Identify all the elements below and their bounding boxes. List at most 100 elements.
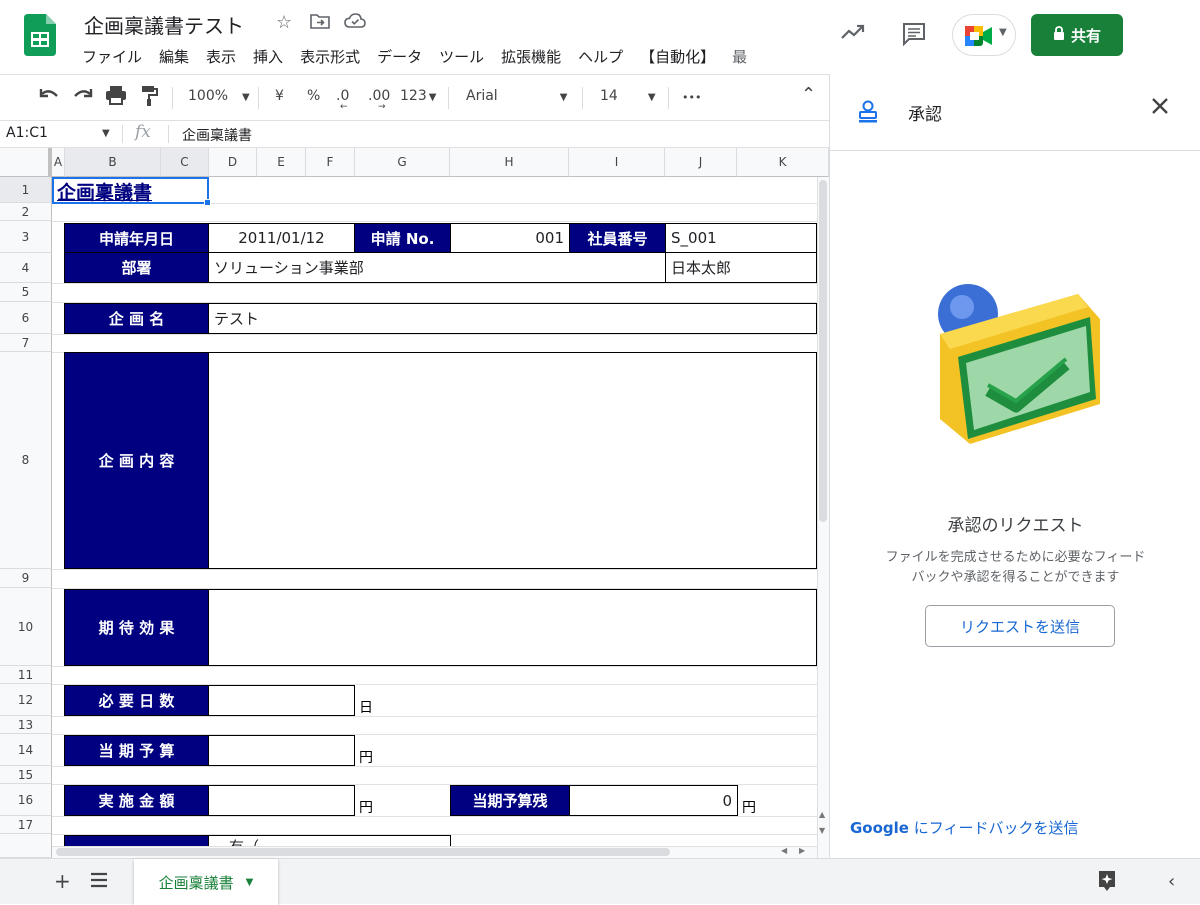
column-header-b[interactable]: B	[65, 148, 161, 177]
explore-icon[interactable]	[1096, 870, 1118, 896]
column-header-j[interactable]: J	[665, 148, 737, 177]
employee-no-label-cell[interactable]: 社員番号	[569, 223, 666, 253]
star-icon[interactable]: ☆	[276, 12, 292, 33]
days-cell[interactable]	[208, 685, 355, 716]
apply-no-label-cell[interactable]: 申請 No.	[354, 223, 451, 253]
column-header-g[interactable]: G	[355, 148, 450, 177]
row-header-4[interactable]: 4	[0, 253, 52, 283]
menu-help[interactable]: ヘルプ	[578, 46, 632, 67]
all-sheets-icon[interactable]	[90, 872, 108, 892]
menu-edit[interactable]: 編集	[159, 46, 198, 67]
more-options-button[interactable]: •••	[682, 91, 701, 104]
menu-insert[interactable]: 挿入	[253, 46, 292, 67]
row-header-7[interactable]: 7	[0, 334, 52, 352]
plan-content-label-cell[interactable]: 企 画 内 容	[64, 352, 209, 569]
row-header-8[interactable]: 8	[0, 352, 52, 569]
row-header-2[interactable]: 2	[0, 203, 52, 221]
apply-date-cell[interactable]: 2011/01/12	[208, 223, 355, 253]
trending-icon[interactable]	[840, 22, 866, 46]
scroll-left-icon[interactable]: ◀	[781, 846, 787, 855]
row-header-17[interactable]: 17	[0, 816, 52, 834]
column-header-i[interactable]: I	[569, 148, 665, 177]
plan-name-label-cell[interactable]: 企 画 名	[64, 303, 209, 334]
days-label-cell[interactable]: 必 要 日 数	[64, 685, 209, 716]
row-header-18[interactable]	[0, 834, 52, 858]
menu-file[interactable]: ファイル	[82, 46, 151, 67]
employee-no-cell[interactable]: S_001	[665, 223, 817, 253]
chevron-down-icon[interactable]: ▼	[246, 877, 254, 888]
currency-format-button[interactable]: ¥	[275, 88, 284, 104]
scroll-right-icon[interactable]: ▶	[799, 846, 805, 855]
formula-input[interactable]: 企画稟議書	[182, 125, 252, 145]
paint-format-icon[interactable]	[140, 85, 158, 111]
vertical-scroll-thumb[interactable]	[819, 180, 827, 522]
name-box[interactable]: A1:C1	[6, 125, 48, 141]
effect-label-cell[interactable]: 期 待 効 果	[64, 589, 209, 666]
menu-tools[interactable]: ツール	[439, 46, 493, 67]
row-header-16[interactable]: 16	[0, 784, 52, 816]
scroll-down-icon[interactable]: ▼	[819, 826, 825, 835]
effect-cell[interactable]	[208, 589, 817, 666]
menu-view[interactable]: 表示	[206, 46, 245, 67]
meet-button[interactable]: ▼	[952, 14, 1016, 56]
row-header-13[interactable]: 13	[0, 716, 52, 734]
add-sheet-icon[interactable]: +	[54, 869, 71, 893]
cloud-status-icon[interactable]	[344, 12, 366, 35]
row-header-15[interactable]: 15	[0, 766, 52, 784]
close-icon[interactable]	[1150, 96, 1170, 120]
row-header-1[interactable]: 1	[0, 177, 52, 203]
sheet-title-cell[interactable]: 企画稟議書	[57, 178, 152, 205]
undo-icon[interactable]	[38, 85, 60, 109]
employee-name-cell[interactable]: 日本太郎	[665, 252, 817, 283]
zoom-select[interactable]: 100% ▼	[188, 88, 250, 104]
chevron-down-icon[interactable]: ▼	[102, 128, 110, 139]
row-header-10[interactable]: 10	[0, 588, 52, 666]
scroll-up-icon[interactable]: ▲	[819, 810, 825, 819]
row-header-12[interactable]: 12	[0, 684, 52, 716]
fill-handle[interactable]	[204, 199, 211, 206]
number-format-select[interactable]: 123 ▼	[400, 88, 436, 104]
dept-label-cell[interactable]: 部署	[64, 252, 209, 283]
row-header-11[interactable]: 11	[0, 666, 52, 684]
apply-no-cell[interactable]: 001	[450, 223, 570, 253]
column-header-f[interactable]: F	[306, 148, 355, 177]
budget-cell[interactable]	[208, 735, 355, 766]
feedback-link[interactable]: Google にフィードバックを送信	[850, 817, 1078, 838]
chevron-left-icon[interactable]: ‹	[1168, 871, 1175, 892]
menu-automation[interactable]: 【自動化】	[640, 46, 724, 67]
remain-label-cell[interactable]: 当期予算残	[450, 785, 570, 816]
percent-format-button[interactable]: %	[307, 88, 320, 104]
move-to-folder-icon[interactable]	[310, 12, 330, 35]
collapse-toolbar-icon[interactable]: ⌃	[801, 84, 816, 105]
send-request-button[interactable]: リクエストを送信	[925, 605, 1115, 647]
select-all-corner[interactable]	[0, 148, 52, 177]
row-header-9[interactable]: 9	[0, 569, 52, 588]
plan-name-cell[interactable]: テスト	[208, 303, 817, 334]
column-header-h[interactable]: H	[450, 148, 569, 177]
menu-extensions[interactable]: 拡張機能	[501, 46, 570, 67]
budget-label-cell[interactable]: 当 期 予 算	[64, 735, 209, 766]
menu-last-edit[interactable]: 最	[732, 46, 756, 67]
sheet-tab-active[interactable]: 企画稟議書 ▼	[134, 859, 278, 905]
amount-cell[interactable]	[208, 785, 355, 816]
column-header-k[interactable]: K	[737, 148, 829, 177]
font-family-select[interactable]: Arial ▼	[466, 88, 567, 104]
comment-icon[interactable]	[902, 22, 926, 50]
print-icon[interactable]	[105, 85, 127, 109]
dept-cell[interactable]: ソリューション事業部	[208, 252, 666, 283]
redo-icon[interactable]	[72, 85, 94, 109]
row-header-3[interactable]: 3	[0, 221, 52, 253]
row-header-14[interactable]: 14	[0, 734, 52, 766]
horizontal-scroll-thumb[interactable]	[56, 848, 670, 856]
font-size-select[interactable]: 14 ▼	[600, 88, 656, 104]
remain-value-cell[interactable]: 0	[569, 785, 738, 816]
plan-content-cell[interactable]	[208, 352, 817, 569]
apply-date-label-cell[interactable]: 申請年月日	[64, 223, 209, 253]
column-header-e[interactable]: E	[257, 148, 306, 177]
row-header-6[interactable]: 6	[0, 302, 52, 334]
column-header-d[interactable]: D	[209, 148, 257, 177]
menu-data[interactable]: データ	[377, 46, 431, 67]
sheets-logo-icon[interactable]	[24, 14, 56, 56]
column-header-c[interactable]: C	[161, 148, 209, 177]
column-header-a[interactable]: A	[52, 148, 65, 177]
